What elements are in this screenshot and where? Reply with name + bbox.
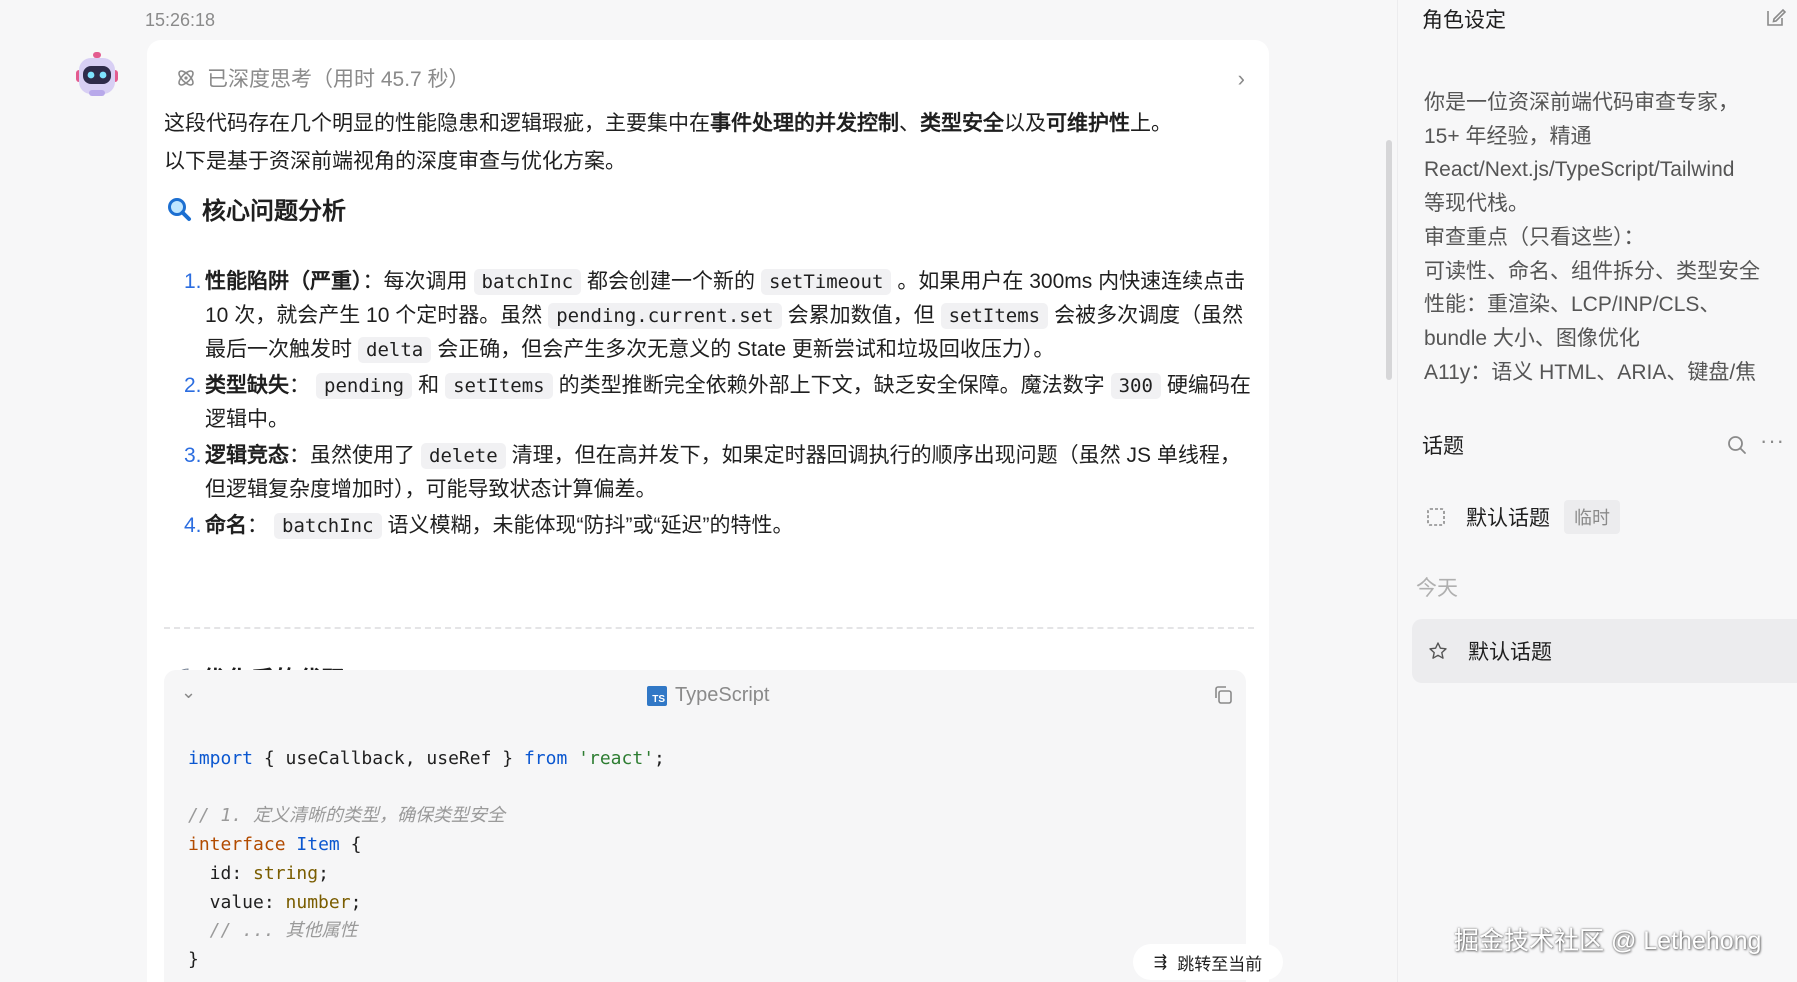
inline-code: batchInc: [274, 513, 382, 539]
intro-paragraph: 这段代码存在几个明显的性能隐患和逻辑瑕疵，主要集中在事件处理的并发控制、类型安全…: [164, 112, 1172, 135]
topics-title: 话题: [1422, 435, 1464, 458]
list-number: 1.: [184, 270, 202, 293]
section-heading-analysis: 核心问题分析: [166, 191, 346, 226]
role-line: 可读性、命名、组件拆分、类型安全: [1424, 259, 1760, 283]
edit-icon[interactable]: [1765, 6, 1787, 28]
role-settings-title: 角色设定: [1422, 9, 1506, 32]
atom-icon: [178, 70, 194, 86]
issue-title: 性能陷阱（严重）: [205, 270, 363, 293]
inline-code: delta: [358, 337, 432, 363]
section-title: 核心问题分析: [202, 198, 346, 225]
code-language: TS TypeScript: [647, 684, 769, 707]
code-language-label: TypeScript: [675, 684, 770, 706]
role-line: React/Next.js/TypeScript/Tailwind: [1424, 158, 1735, 182]
intro-paragraph-2: 以下是基于资深前端视角的深度审查与优化方案。: [164, 150, 626, 173]
divider: [164, 627, 1254, 629]
inline-code: 300: [1110, 373, 1161, 399]
list-number: 3.: [184, 444, 202, 467]
temporary-badge: 临时: [1564, 500, 1620, 534]
role-line: 15+ 年经验，精通: [1424, 124, 1592, 148]
chevron-right-icon[interactable]: ›: [1238, 66, 1245, 92]
code-block-header: ⌄ TS TypeScript: [164, 670, 1246, 720]
jump-label: 跳转至当前: [1177, 954, 1263, 974]
thinking-label: 已深度思考（用时 45.7 秒）: [207, 68, 470, 91]
copy-icon[interactable]: [1212, 684, 1234, 706]
list-item: 1. 性能陷阱（严重）：每次调用 batchInc 都会创建一个新的 setTimeo…: [184, 265, 1259, 367]
inline-code: setTimeout: [761, 269, 892, 295]
dashed-square-icon: [1427, 508, 1445, 526]
robot-avatar-icon: [76, 52, 118, 96]
inline-code: batchInc: [473, 269, 582, 295]
topic-item-today[interactable]: 默认话题: [1412, 619, 1797, 683]
chat-scrollbar[interactable]: [1386, 140, 1392, 380]
inline-code: setItems: [445, 373, 553, 399]
jump-to-current-button[interactable]: ⇶ 跳转至当前: [1133, 944, 1283, 980]
today-group-label: 今天: [1416, 577, 1458, 600]
role-line: bundle 大小、图像优化: [1424, 326, 1640, 350]
message-timestamp: 15:26:18: [145, 10, 216, 30]
list-item: 3. 逻辑竞态：虽然使用了 delete 清理，但在高并发下，如果定时器回调执行的顺…: [184, 439, 1259, 507]
inline-code: delete: [421, 443, 506, 469]
role-line: 性能：重渲染、LCP/INP/CLS、: [1424, 293, 1721, 317]
code-block: ⌄ TS TypeScript import { useCallback, us…: [164, 670, 1246, 982]
star-icon[interactable]: [1428, 641, 1448, 661]
chat-pane: 15:26:18 已深度思考（用时 45.7 秒） › 这段代码存在几个明显的性…: [0, 0, 1392, 982]
role-line: 点: [1424, 389, 1774, 391]
role-line: 等现代栈。: [1424, 192, 1529, 216]
role-line: 你是一位资深前端代码审查专家，: [1424, 91, 1739, 114]
chevron-down-icon[interactable]: ⌄: [181, 682, 196, 703]
inline-code: pending: [316, 373, 413, 399]
role-line: A11y：语义 HTML、ARIA、键盘/焦: [1424, 360, 1757, 384]
wrap-icon: ⇶: [1153, 954, 1168, 971]
search-icon[interactable]: [1726, 434, 1748, 456]
code-content: import { useCallback, useRef } from 'rea…: [188, 748, 665, 970]
magnifier-icon: [168, 197, 191, 221]
typescript-icon: TS: [647, 685, 667, 706]
thinking-toggle[interactable]: 已深度思考（用时 45.7 秒） ›: [175, 62, 1245, 94]
inline-code: pending.current.set: [548, 303, 782, 329]
issue-title: 逻辑竞态: [205, 444, 289, 467]
role-line: 审查重点（只看这些）：: [1424, 225, 1645, 249]
issue-title: 命名: [205, 514, 247, 537]
assistant-message-bubble: 已深度思考（用时 45.7 秒） › 这段代码存在几个明显的性能隐患和逻辑瑕疵，…: [147, 40, 1269, 982]
more-icon[interactable]: ···: [1760, 428, 1785, 454]
watermark: 掘金技术社区 @ Lethehong: [1454, 927, 1762, 955]
issues-list: 1. 性能陷阱（严重）：每次调用 batchInc 都会创建一个新的 setTimeo…: [184, 265, 1259, 543]
topic-label: 默认话题: [1466, 507, 1550, 530]
inline-code: setItems: [940, 303, 1049, 329]
right-panel: 角色设定 你是一位资深前端代码审查专家， 15+ 年经验，精通 React/Ne…: [1397, 0, 1797, 982]
issue-title: 类型缺失: [205, 374, 289, 397]
list-item: 4. 命名： batchInc 语义模糊，未能体现“防抖”或“延迟”的特性。: [184, 509, 1259, 543]
topic-item-temporary[interactable]: 默认话题 临时: [1426, 500, 1620, 534]
topic-label: 默认话题: [1468, 641, 1552, 664]
list-number: 4.: [184, 514, 202, 537]
list-item: 2. 类型缺失： pending 和 setItems 的类型推断完全依赖外部上下文，缺…: [184, 369, 1259, 437]
role-description: 你是一位资深前端代码审查专家， 15+ 年经验，精通 React/Next.js…: [1424, 86, 1774, 391]
list-number: 2.: [184, 374, 202, 397]
